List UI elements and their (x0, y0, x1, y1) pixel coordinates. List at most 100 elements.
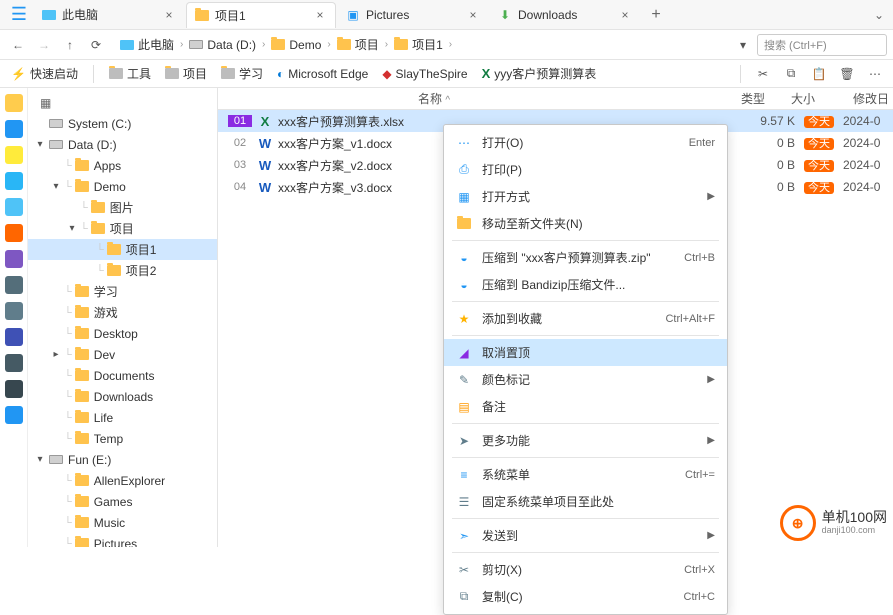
breadcrumb-item[interactable]: 此电脑 (116, 34, 178, 55)
bookmark-item[interactable]: 项目 (160, 63, 212, 84)
tree-item[interactable]: └AllenExplorer (28, 470, 217, 491)
menu-item[interactable]: ≡系统菜单Ctrl+= (444, 461, 727, 488)
tab-1[interactable]: 项目1× (186, 2, 336, 28)
tree-item[interactable]: └Desktop (28, 323, 217, 344)
tree-item[interactable]: └Games (28, 491, 217, 512)
strip-shortcut-icon[interactable] (5, 328, 23, 346)
bookmark-item[interactable]: ◐Microsoft Edge (272, 65, 373, 83)
bookmark-item[interactable]: Xyyy客户预算测算表 (477, 63, 602, 84)
tree-item[interactable]: System (C:) (28, 113, 217, 134)
strip-shortcut-icon[interactable] (5, 406, 23, 424)
strip-shortcut-icon[interactable] (5, 94, 23, 112)
menu-item[interactable]: ➣发送到▶ (444, 522, 727, 549)
breadcrumb-item[interactable]: Demo (267, 36, 325, 54)
forward-button[interactable]: → (32, 33, 56, 57)
menu-item[interactable]: ◢取消置顶 (444, 339, 727, 366)
file-date: 2024-0 (843, 114, 893, 128)
breadcrumb-dropdown[interactable]: ▾ (731, 33, 755, 57)
tree-icon (74, 495, 90, 509)
tab-2[interactable]: ▣Pictures× (338, 2, 488, 28)
tree-item[interactable]: └Pictures (28, 533, 217, 547)
strip-shortcut-icon[interactable] (5, 120, 23, 138)
breadcrumb-item[interactable]: 项目 (333, 34, 383, 55)
tree-item[interactable]: └项目1 (28, 239, 217, 260)
bookmark-item[interactable]: 工具 (104, 63, 156, 84)
strip-shortcut-icon[interactable] (5, 302, 23, 320)
tree-item[interactable]: └游戏 (28, 302, 217, 323)
tree-item[interactable]: └项目2 (28, 260, 217, 281)
tree-item[interactable]: ▾└Demo (28, 176, 217, 197)
strip-shortcut-icon[interactable] (5, 198, 23, 216)
hamburger-menu-button[interactable]: ☰ (4, 0, 34, 30)
menu-item[interactable]: ★添加到收藏Ctrl+Alt+F (444, 305, 727, 332)
paste-icon[interactable]: 📋 (807, 62, 831, 86)
cut-icon[interactable]: ✂ (751, 62, 775, 86)
strip-shortcut-icon[interactable] (5, 172, 23, 190)
tree-item[interactable]: ▾└项目 (28, 218, 217, 239)
refresh-button[interactable]: ⟳ (84, 33, 108, 57)
chevron-icon[interactable]: ▾ (50, 181, 62, 192)
strip-shortcut-icon[interactable] (5, 250, 23, 268)
menu-item[interactable]: ▦打开方式▶ (444, 183, 727, 210)
drop-button[interactable]: ⌄ (865, 8, 893, 22)
tree-item[interactable]: ▾Fun (E:) (28, 449, 217, 470)
tree-item[interactable]: └图片 (28, 197, 217, 218)
tab-0[interactable]: 此电脑× (34, 2, 184, 28)
menu-icon: ⋯ (456, 135, 472, 151)
search-input[interactable]: 搜索 (Ctrl+F) (757, 34, 887, 56)
tree-item[interactable]: └学习 (28, 281, 217, 302)
tab-close-icon[interactable]: × (162, 8, 176, 22)
back-button[interactable]: ← (6, 33, 30, 57)
new-tab-button[interactable]: + (642, 6, 670, 24)
chevron-icon[interactable]: ▾ (34, 454, 46, 465)
tab-3[interactable]: ⬇Downloads× (490, 2, 640, 28)
tree-item[interactable]: ▸└Dev (28, 344, 217, 365)
column-modified[interactable]: 修改日 (828, 90, 893, 107)
tree-view-toggle[interactable]: ▦ (28, 92, 217, 113)
strip-shortcut-icon[interactable] (5, 146, 23, 164)
column-name[interactable]: 名称 ^ (218, 90, 728, 107)
breadcrumb-item[interactable]: 项目1 (390, 34, 447, 55)
chevron-icon[interactable]: ▾ (66, 223, 78, 234)
menu-item[interactable]: ◒压缩到 "xxx客户预算测算表.zip"Ctrl+B (444, 244, 727, 271)
tree-item[interactable]: └Music (28, 512, 217, 533)
menu-item[interactable]: ⧉复制(C)Ctrl+C (444, 583, 727, 610)
tree-item[interactable]: └Apps (28, 155, 217, 176)
chevron-icon[interactable]: ▸ (50, 349, 62, 360)
bookmark-item[interactable]: 学习 (216, 63, 268, 84)
copy-icon[interactable]: ⧉ (779, 62, 803, 86)
menu-item[interactable]: ➤更多功能▶ (444, 427, 727, 454)
bookmark-item[interactable]: ◆SlayTheSpire (377, 65, 472, 83)
delete-icon[interactable]: 🗑 (835, 62, 859, 86)
menu-item[interactable]: ◒压缩到 Bandizip压缩文件... (444, 271, 727, 298)
menu-item[interactable]: ✎颜色标记▶ (444, 366, 727, 393)
menu-item[interactable]: 移动至新文件夹(N) (444, 210, 727, 237)
strip-shortcut-icon[interactable] (5, 380, 23, 398)
tree-item[interactable]: ▾Data (D:) (28, 134, 217, 155)
more-icon[interactable]: ⋯ (863, 62, 887, 86)
tree-item[interactable]: └Life (28, 407, 217, 428)
menu-item[interactable]: ☰固定系统菜单项目至此处 (444, 488, 727, 515)
bookmark-item[interactable]: ⚡快速启动 (6, 63, 83, 84)
tree-item[interactable]: └Temp (28, 428, 217, 449)
breadcrumb-item[interactable]: Data (D:) (185, 36, 260, 54)
watermark-url: danji100.com (822, 526, 887, 536)
strip-shortcut-icon[interactable] (5, 224, 23, 242)
chevron-icon[interactable]: ▾ (34, 139, 46, 150)
strip-shortcut-icon[interactable] (5, 276, 23, 294)
tree-item[interactable]: └Documents (28, 365, 217, 386)
strip-shortcut-icon[interactable] (5, 354, 23, 372)
menu-item[interactable]: ⋯打开(O)Enter (444, 129, 727, 156)
folder-tree: ▦System (C:)▾Data (D:)└Apps▾└Demo└图片▾└项目… (28, 88, 218, 547)
tab-close-icon[interactable]: × (618, 8, 632, 22)
column-type[interactable]: 类型 (728, 90, 778, 107)
menu-item[interactable]: ⎙打印(P) (444, 156, 727, 183)
menu-item[interactable]: ✂剪切(X)Ctrl+X (444, 556, 727, 583)
tab-close-icon[interactable]: × (466, 8, 480, 22)
menu-item[interactable]: ▤备注 (444, 393, 727, 420)
tab-icon (195, 8, 209, 22)
column-size[interactable]: 大小 (778, 90, 828, 107)
up-button[interactable]: ↑ (58, 33, 82, 57)
tree-item[interactable]: └Downloads (28, 386, 217, 407)
tab-close-icon[interactable]: × (313, 8, 327, 22)
